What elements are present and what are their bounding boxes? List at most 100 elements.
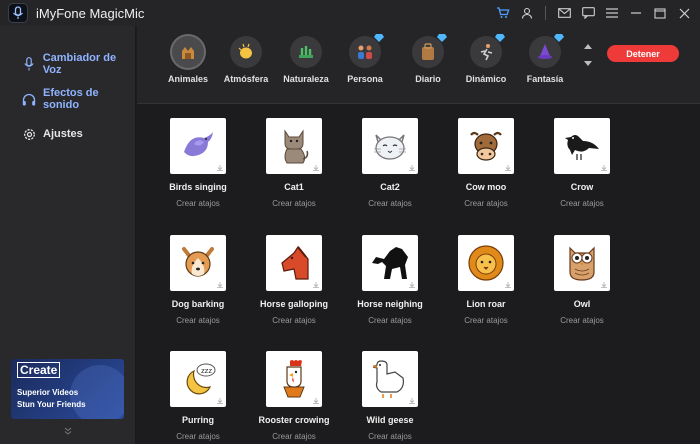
category-label: Atmósfera [223, 74, 269, 84]
sidebar-item-label: Ajustes [43, 128, 83, 140]
category-animals[interactable]: Animales [157, 36, 219, 92]
category-label: Fantasía [526, 74, 564, 84]
title-bar: iMyFone MagicMic [0, 0, 700, 26]
owl-icon [554, 235, 610, 291]
create-shortcut-link[interactable]: Crear atajos [524, 199, 640, 208]
minimize-icon[interactable] [626, 4, 646, 22]
sound-card[interactable]: Cat2 Crear atajos [342, 118, 438, 228]
download-icon [217, 398, 223, 404]
app-title: iMyFone MagicMic [36, 6, 145, 21]
sound-name: Owl [573, 299, 591, 309]
category-label: Diario [415, 74, 441, 84]
nature-icon [290, 36, 322, 68]
cat-icon [266, 118, 322, 174]
headphones-icon [22, 92, 36, 106]
create-shortcut-link[interactable]: Crear atajos [524, 316, 640, 325]
clap-icon [230, 36, 262, 68]
rooster-icon [266, 351, 322, 407]
download-icon [505, 165, 511, 171]
category-fantasy[interactable]: Fantasía [514, 34, 576, 92]
download-icon [601, 282, 607, 288]
sound-grid: Birds singing Crear atajos Cat1 Crear at… [137, 105, 700, 444]
maximize-icon[interactable] [650, 4, 670, 22]
cat-face-icon [362, 118, 418, 174]
category-label: Naturaleza [283, 74, 329, 84]
download-icon [409, 282, 415, 288]
sound-card[interactable]: Wild geese Crear atajos [342, 351, 438, 444]
sound-card[interactable]: Crow Crear atajos [534, 118, 630, 228]
sidebar-item-label: Cambiador de Voz [42, 52, 117, 76]
promo-banner[interactable]: Create Superior Videos Stun Your Friends [11, 359, 124, 419]
moon-sleep-icon: zzz [170, 351, 226, 407]
gear-icon [22, 127, 36, 141]
download-icon [409, 398, 415, 404]
sidebar: Cambiador de Voz Efectos de sonido Ajust… [0, 26, 136, 444]
mail-icon[interactable] [554, 4, 574, 22]
sound-name: Wild geese [366, 415, 414, 425]
chevron-up-icon[interactable] [583, 43, 593, 50]
wizard-icon [529, 36, 561, 68]
category-bar: Animales Atmósfera Naturaleza Persona Di… [137, 26, 700, 104]
category-label: Persona [347, 74, 383, 84]
goose-icon [362, 351, 418, 407]
user-icon[interactable] [517, 4, 537, 22]
download-icon [313, 282, 319, 288]
sound-card[interactable]: Cow moo Crear atajos [438, 118, 534, 228]
download-icon [217, 165, 223, 171]
category-atmosphere[interactable]: Atmósfera [215, 36, 277, 92]
stop-button[interactable]: Detener [607, 45, 679, 62]
download-icon [409, 165, 415, 171]
running-icon [470, 36, 502, 68]
sidebar-item-sound-effects[interactable]: Efectos de sonido [0, 87, 136, 111]
bag-icon [412, 36, 444, 68]
promo-line-1: Superior Videos [17, 388, 79, 397]
sound-card[interactable]: Owl Crear atajos [534, 235, 630, 345]
horse-silhouette-icon [362, 235, 418, 291]
promo-line-2: Stun Your Friends [17, 400, 86, 409]
sound-card[interactable]: Lion roar Crear atajos [438, 235, 534, 345]
sound-card[interactable]: zzz Purring Crear atajos [150, 351, 246, 444]
sound-name: Crow [570, 182, 594, 192]
close-icon[interactable] [674, 4, 694, 22]
sound-card[interactable]: Rooster crowing Crear atajos [246, 351, 342, 444]
sound-card[interactable]: Horse neighing Crear atajos [342, 235, 438, 345]
category-scroll[interactable] [581, 43, 595, 67]
people-icon [349, 36, 381, 68]
feedback-icon[interactable] [578, 4, 598, 22]
download-icon [313, 165, 319, 171]
lion-icon [458, 235, 514, 291]
sidebar-item-settings[interactable]: Ajustes [0, 122, 136, 146]
cow-icon [458, 118, 514, 174]
chevron-down-icon[interactable] [61, 425, 75, 437]
sidebar-item-label: Efectos de sonido [43, 87, 99, 111]
download-icon [313, 398, 319, 404]
category-label: Animales [167, 74, 209, 84]
promo-title: Create [17, 362, 61, 378]
download-icon [217, 282, 223, 288]
sound-card[interactable]: Dog barking Crear atajos [150, 235, 246, 345]
svg-text:zzz: zzz [201, 367, 212, 375]
category-dynamic[interactable]: Dinámico [455, 34, 517, 92]
microphone-icon [22, 57, 36, 71]
bird-icon [170, 118, 226, 174]
dog-icon [170, 235, 226, 291]
category-people[interactable]: Persona [334, 34, 396, 92]
title-divider [545, 6, 546, 20]
category-nature[interactable]: Naturaleza [275, 36, 337, 92]
create-shortcut-link[interactable]: Crear atajos [332, 432, 448, 441]
horse-head-icon [266, 235, 322, 291]
app-logo-icon [8, 3, 28, 23]
sound-card[interactable]: Birds singing Crear atajos [150, 118, 246, 228]
download-icon [505, 282, 511, 288]
sidebar-item-voice-changer[interactable]: Cambiador de Voz [0, 52, 136, 76]
menu-icon[interactable] [602, 4, 622, 22]
sound-card[interactable]: Horse galloping Crear atajos [246, 235, 342, 345]
category-daily[interactable]: Diario [397, 34, 459, 92]
download-icon [601, 165, 607, 171]
animals-icon [172, 36, 204, 68]
crow-icon [554, 118, 610, 174]
cart-icon[interactable] [493, 4, 513, 22]
category-label: Dinámico [465, 74, 507, 84]
sound-card[interactable]: Cat1 Crear atajos [246, 118, 342, 228]
chevron-down-icon[interactable] [583, 60, 593, 67]
